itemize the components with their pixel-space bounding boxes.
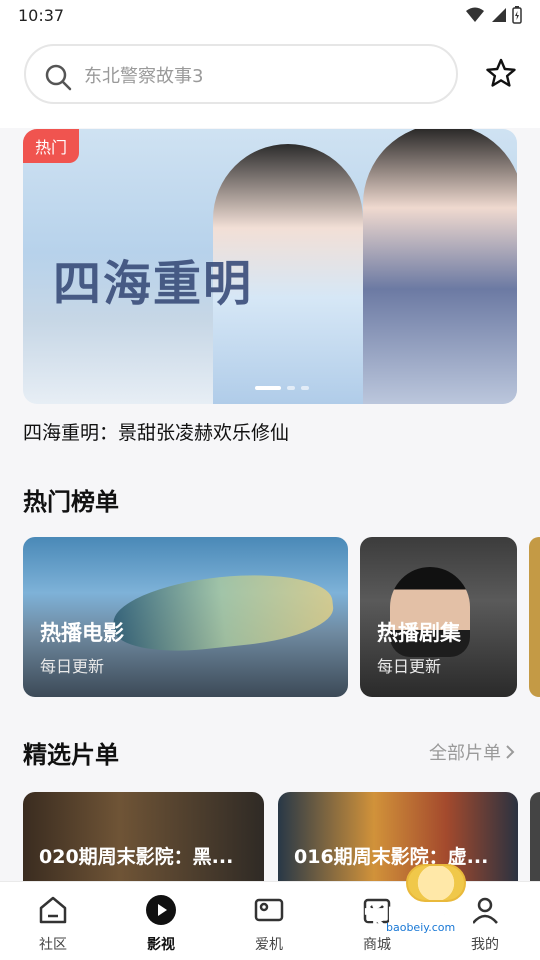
- banner-title-art: 四海重明: [53, 256, 254, 312]
- carousel-dot: [287, 386, 295, 390]
- carousel-indicator: [255, 386, 309, 390]
- signal-icon: [492, 8, 506, 22]
- pick-title: 020期周末影院：黑...: [39, 846, 234, 868]
- hot-card-partial[interactable]: [529, 537, 540, 697]
- home-icon: [39, 896, 67, 924]
- section-title-picks: 精选片单: [23, 741, 119, 769]
- banner-carousel[interactable]: 四海重明 热门: [23, 129, 517, 404]
- status-bar: 10:37: [0, 0, 540, 32]
- nav-label: 影视: [147, 937, 175, 953]
- watermark-ball-icon: [406, 864, 466, 902]
- search-input[interactable]: 东北警察故事3: [84, 62, 203, 88]
- status-time: 10:37: [18, 6, 65, 25]
- device-icon: [254, 898, 284, 922]
- watermark-url: baobeiy.com: [386, 921, 456, 934]
- card-title: 热播剧集: [377, 621, 461, 645]
- battery-icon: [512, 6, 522, 24]
- status-icons: [466, 6, 522, 24]
- card-subtitle: 每日更新: [40, 657, 105, 676]
- nav-item-video[interactable]: 影视: [121, 894, 201, 954]
- header: 东北警察故事3: [0, 32, 540, 128]
- card-subtitle: 每日更新: [377, 657, 442, 676]
- hot-series-card[interactable]: 热播剧集 每日更新: [360, 537, 517, 697]
- carousel-dot: [301, 386, 309, 390]
- wifi-icon: [466, 7, 484, 22]
- see-all-label: 全部片单: [429, 743, 501, 764]
- nav-item-community[interactable]: 社区: [13, 894, 93, 954]
- banner-figure-right: [363, 129, 517, 404]
- play-circle-icon: [146, 895, 176, 925]
- favorites-star-icon[interactable]: [486, 58, 516, 88]
- hot-movies-card[interactable]: 热播电影 每日更新: [23, 537, 348, 697]
- nav-item-device[interactable]: 爱机: [229, 894, 309, 954]
- search-bar[interactable]: 东北警察故事3: [24, 44, 458, 104]
- section-title-hot: 热门榜单: [23, 488, 119, 516]
- carousel-dot-active: [255, 386, 281, 390]
- watermark-logo: 宝贝游戏网 baobeiy.com: [356, 862, 510, 942]
- card-title: 热播电影: [40, 621, 124, 645]
- banner-caption[interactable]: 四海重明：景甜张凌赫欢乐修仙: [23, 418, 289, 445]
- nav-label: 社区: [39, 937, 67, 953]
- nav-label: 爱机: [255, 937, 283, 953]
- hot-badge: 热门: [23, 129, 80, 163]
- movie-poster-art: [109, 565, 337, 659]
- search-icon: [45, 64, 72, 91]
- see-all-link[interactable]: 全部片单: [429, 739, 515, 765]
- chevron-right-icon: [506, 745, 515, 759]
